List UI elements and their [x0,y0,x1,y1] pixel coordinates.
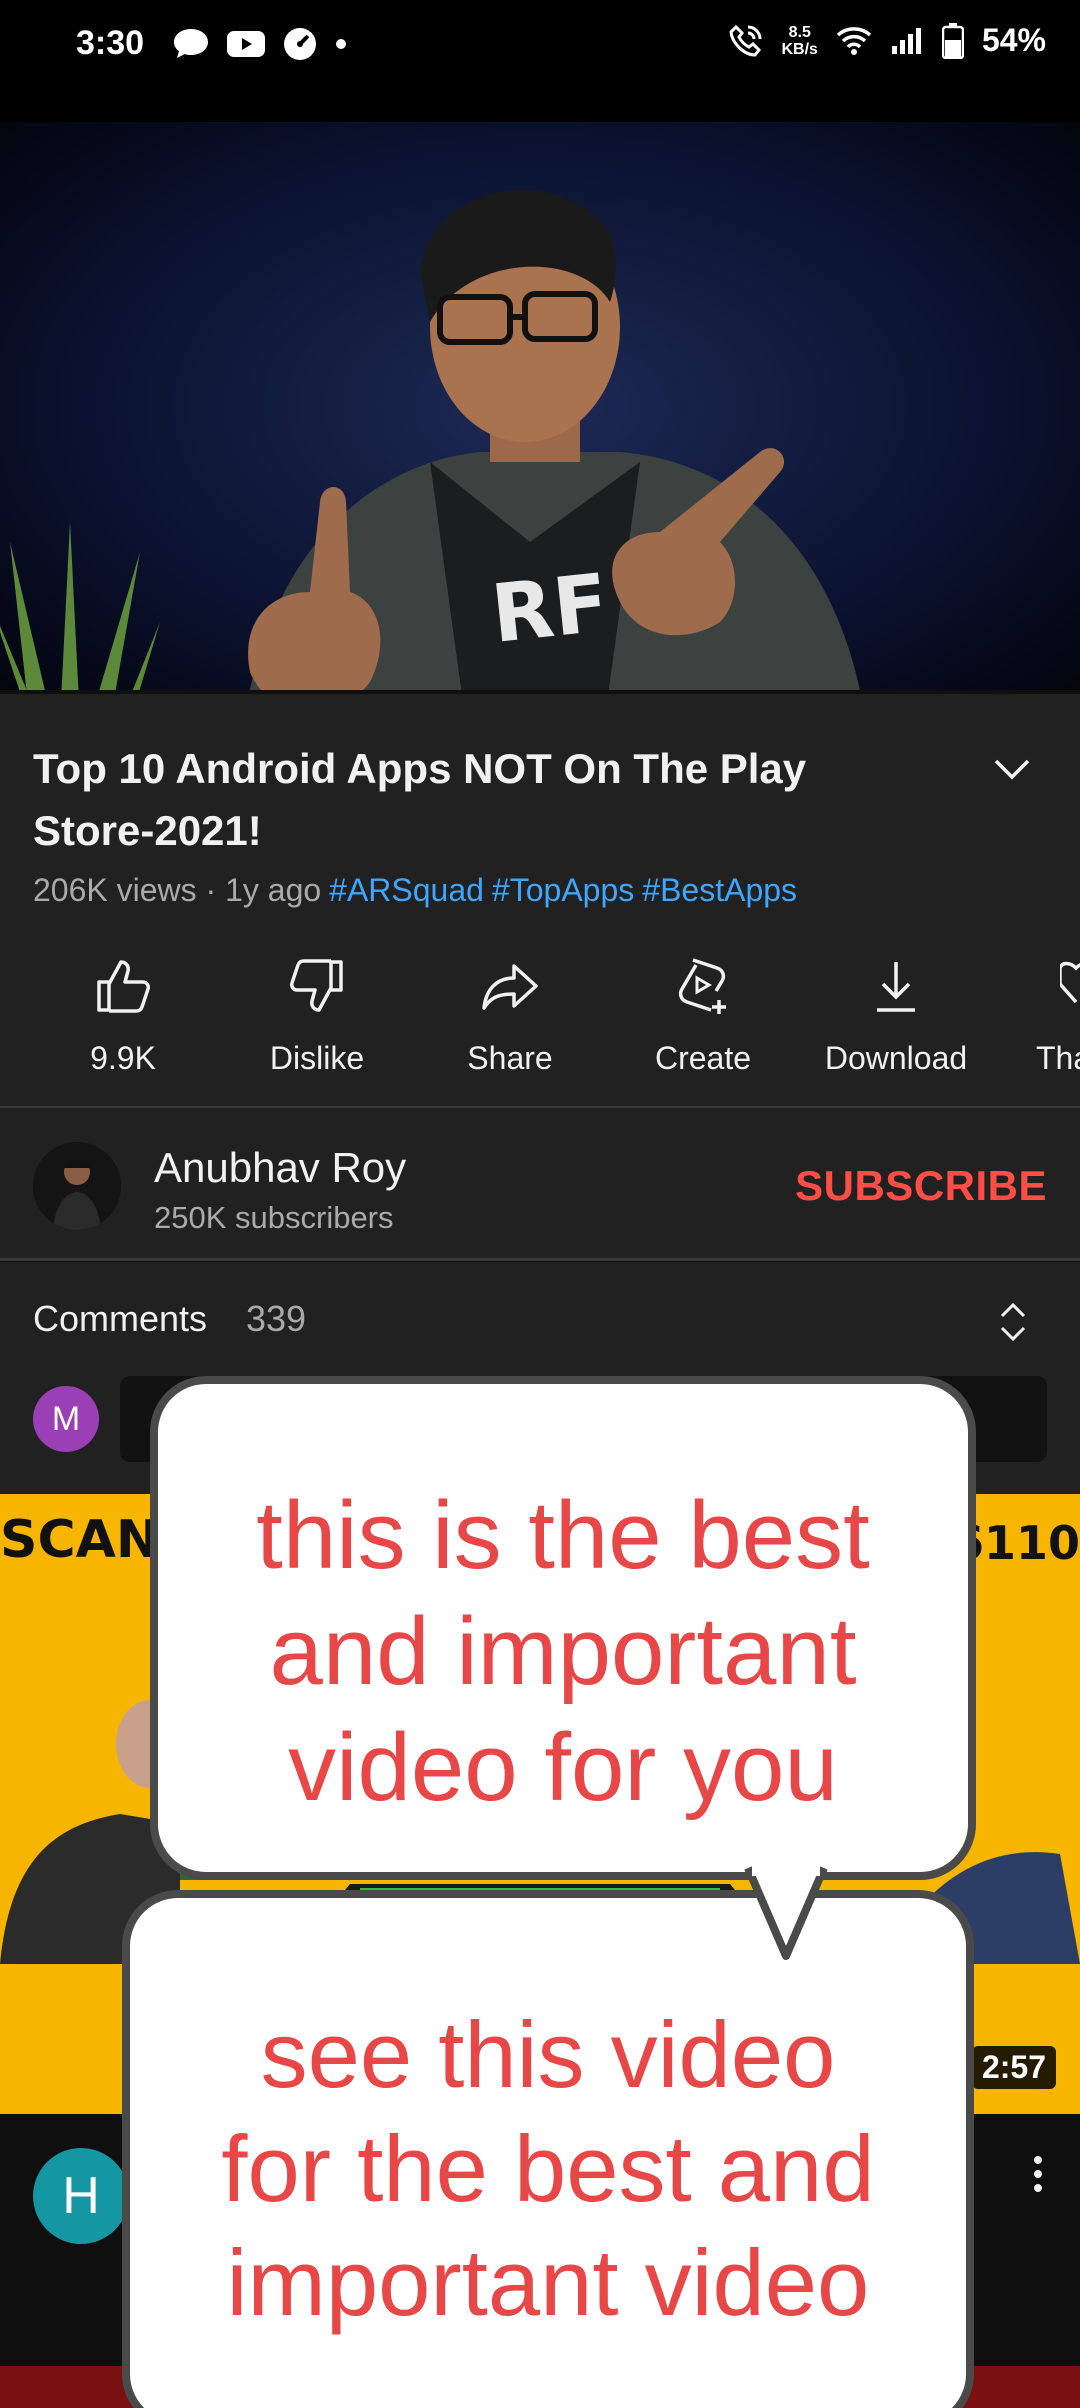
bubble-line: important video [226,2230,870,2335]
net-speed: 8.5 KB/s [782,24,818,58]
speech-bubble-top: this is the best and important video for… [150,1376,976,1880]
comments-count: 339 [246,1298,307,1339]
thanks-button[interactable]: Tha [994,954,1080,1077]
subscriber-count: 250K subscribers [154,1200,394,1235]
views-age: 206K views · 1y ago [33,872,322,908]
chevron-down-icon[interactable] [992,756,1032,782]
notification-icons [172,26,348,62]
share-label: Share [467,1040,553,1076]
video-meta: 206K views · 1y ago #ARSquad #TopApps #Best… [33,872,797,909]
subscribe-button[interactable]: SUBSCRIBE [795,1162,1047,1210]
bubble-tail [744,1864,828,1960]
dislike-label: Dislike [269,1040,365,1076]
net-speed-unit: KB/s [781,40,818,58]
wifi-call-icon [728,24,761,57]
share-icon [482,964,538,1010]
svg-text:RF: RF [487,556,612,661]
divider [0,1258,1080,1261]
status-right: 8.5 KB/s 54% [728,22,1046,59]
more-options-icon[interactable] [1030,2154,1046,2194]
channel-row[interactable]: Anubhav Roy 250K subscribers SUBSCRIBE [0,1108,1080,1261]
avatar-image [33,1142,121,1230]
hashtag[interactable]: #BestApps [642,872,797,908]
expand-collapse-icon[interactable] [998,1300,1028,1344]
bubble-line: and important [269,1598,857,1705]
action-bar: 9.9K Dislike Share Create Download Tha [0,954,1080,1094]
video-info: Top 10 Android Apps NOT On The Play Stor… [0,694,1080,1109]
youtube-icon [227,31,265,57]
comments-title: Comments [33,1298,208,1339]
channel-avatar[interactable] [33,1142,121,1230]
download-icon [877,962,915,1012]
create-label: Create [654,1040,752,1076]
next-channel-avatar[interactable]: H [33,2148,129,2244]
thanks-label: Tha [1036,1040,1080,1076]
thanks-icon [1060,961,1080,1004]
hashtag[interactable]: #TopApps [492,872,634,908]
create-icon [678,958,726,1014]
net-speed-value: 8.5 [788,23,811,41]
status-time: 3:30 [76,24,145,62]
thumb-up-icon [97,960,150,1013]
wifi-icon [836,26,872,55]
bubble-line: for the best and [221,2116,875,2221]
dislike-button[interactable]: Dislike [222,954,412,1077]
channel-name[interactable]: Anubhav Roy [154,1144,406,1192]
create-button[interactable]: Create [608,954,798,1077]
status-bar: 3:30 8.5 KB/s 54% [0,0,1080,90]
chat-bubble-icon [174,29,208,58]
bubble-line: this is the best [256,1482,870,1589]
like-count: 9.9K [90,1040,156,1076]
hashtag[interactable]: #ARSquad [329,872,484,908]
battery-icon [941,22,964,59]
bubble-line: see this video [260,2002,836,2107]
video-frame[interactable]: RF [0,122,1080,690]
share-button[interactable]: Share [415,954,605,1077]
thumb-down-icon [290,959,343,1012]
download-label: Download [824,1040,968,1076]
bubble-line: video for you [288,1714,838,1821]
speech-bubble-bottom: see this video for the best and importan… [122,1890,974,2408]
speedometer-icon [284,28,316,60]
like-button[interactable]: 9.9K [28,954,218,1077]
signal-icon [891,27,921,54]
battery-percent: 54% [981,22,1046,58]
dot-icon [336,39,346,49]
video-title[interactable]: Top 10 Android Apps NOT On The Play Stor… [33,738,933,862]
download-button[interactable]: Download [801,954,991,1077]
video-player[interactable]: RF [0,90,1080,690]
user-avatar: M [33,1386,99,1452]
video-duration: 2:57 [971,2046,1056,2089]
